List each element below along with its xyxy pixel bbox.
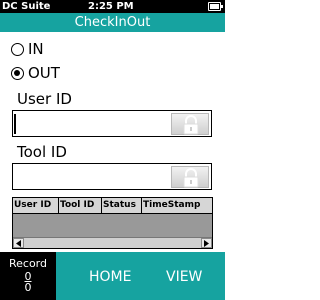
user-id-input[interactable] [13, 111, 173, 136]
record-label: Record [8, 257, 47, 270]
radio-out-circle[interactable] [11, 66, 24, 80]
grid-column-timestamp[interactable]: TimeStamp [142, 198, 212, 213]
records-grid[interactable]: User ID Tool ID Status TimeStamp [12, 197, 213, 249]
scroll-right-button[interactable] [201, 238, 212, 248]
user-id-lock-button[interactable] [171, 113, 209, 135]
record-button[interactable]: Record 0 0 [0, 252, 56, 300]
lock-icon [183, 168, 199, 188]
text-caret [14, 114, 16, 134]
radio-out-label[interactable]: OUT [28, 64, 60, 82]
radio-in-label[interactable]: IN [28, 40, 44, 58]
grid-header: User ID Tool ID Status TimeStamp [13, 198, 212, 214]
bottom-toolbar: Record 0 0 HOME VIEW [0, 252, 225, 300]
battery-icon [208, 2, 223, 11]
home-button[interactable]: HOME [89, 269, 131, 285]
status-bar: DC Suite 2:25 PM [0, 0, 225, 13]
view-button[interactable]: VIEW [166, 269, 202, 285]
grid-column-user-id[interactable]: User ID [13, 198, 59, 213]
user-id-label: User ID [17, 90, 72, 108]
tool-id-lock-button[interactable] [171, 166, 209, 188]
lock-icon [183, 115, 199, 135]
record-count: 0 0 [0, 271, 56, 293]
user-id-field[interactable] [12, 110, 212, 137]
record-count-bottom: 0 [24, 281, 32, 294]
radio-out[interactable]: OUT [11, 64, 60, 82]
tool-id-label: Tool ID [17, 143, 67, 161]
radio-in-circle[interactable] [11, 42, 24, 56]
arrow-left-icon [16, 240, 21, 247]
tool-id-field[interactable] [12, 163, 212, 190]
clock-time: 2:25 PM [88, 1, 134, 12]
app-name: DC Suite [2, 1, 51, 12]
grid-column-tool-id[interactable]: Tool ID [59, 198, 102, 213]
grid-column-status[interactable]: Status [102, 198, 142, 213]
radio-in[interactable]: IN [11, 40, 44, 58]
arrow-right-icon [204, 240, 209, 247]
tool-id-input[interactable] [13, 164, 173, 189]
grid-horizontal-scrollbar[interactable] [13, 237, 212, 248]
page-title: CheckInOut [0, 13, 225, 32]
scroll-left-button[interactable] [13, 238, 24, 248]
